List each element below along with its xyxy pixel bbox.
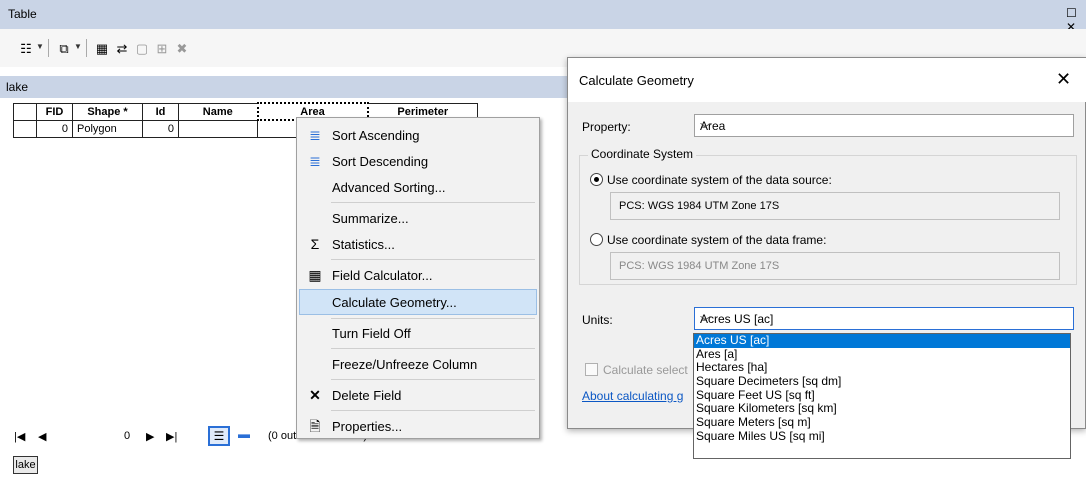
window-title: Table xyxy=(8,7,37,21)
menu-separator xyxy=(331,202,535,203)
menu-label: Advanced Sorting... xyxy=(332,180,446,195)
about-calculating-link[interactable]: About calculating g xyxy=(582,389,683,403)
row-selector-header[interactable] xyxy=(13,102,37,121)
units-dropdown-list: Acres US [ac] Ares [a] Hectares [ha] Squ… xyxy=(693,333,1071,459)
menu-separator xyxy=(331,410,535,411)
menu-label: Calculate Geometry... xyxy=(332,295,457,310)
coordinate-system-title: Coordinate System xyxy=(588,147,697,161)
radio-data-source-label[interactable]: Use coordinate system of the data source… xyxy=(607,173,832,187)
related-tables-caret-icon[interactable]: ▼ xyxy=(74,42,82,51)
menu-separator xyxy=(331,259,535,260)
cell-id[interactable]: 0 xyxy=(142,119,179,138)
menu-item-calculate-geometry[interactable]: Calculate Geometry... xyxy=(299,289,537,315)
related-tables-icon[interactable]: ⧉ xyxy=(56,41,72,57)
property-dropdown[interactable]: Area ﹀ xyxy=(694,114,1074,137)
bottom-table-tab[interactable]: lake xyxy=(13,456,38,474)
radio-data-source[interactable] xyxy=(590,173,603,186)
chevron-down-icon: ﹀ xyxy=(700,123,711,135)
sort-ascending-icon: ≣ xyxy=(309,127,321,143)
next-record-icon[interactable]: ▶ xyxy=(146,430,154,443)
units-option[interactable]: Square Decimeters [sq dm] xyxy=(694,374,1070,389)
radio-data-frame-label[interactable]: Use coordinate system of the data frame: xyxy=(607,233,826,247)
sort-descending-icon: ≣ xyxy=(309,153,321,169)
column-header-shape[interactable]: Shape * xyxy=(72,102,143,121)
units-option[interactable]: Square Kilometers [sq km] xyxy=(694,402,1070,416)
menu-item-delete-field[interactable]: ✕ Delete Field xyxy=(299,382,537,408)
show-all-records-icon[interactable]: ☰ xyxy=(208,426,230,446)
menu-separator xyxy=(331,379,535,380)
cell-name[interactable] xyxy=(178,119,258,138)
menu-label: Turn Field Off xyxy=(332,326,411,341)
property-label: Property: xyxy=(582,120,631,134)
menu-label: Statistics... xyxy=(332,237,395,252)
calculate-selected-label[interactable]: Calculate select xyxy=(603,363,688,377)
menu-separator xyxy=(331,348,535,349)
units-option[interactable]: Acres US [ac] xyxy=(694,333,1070,348)
dialog-titlebar: Calculate Geometry xyxy=(568,58,1086,102)
previous-record-icon[interactable]: ◀ xyxy=(38,430,46,443)
column-header-fid[interactable]: FID xyxy=(36,102,73,121)
zoom-to-selected-icon[interactable]: ⊞ xyxy=(154,41,170,57)
table-options-icon[interactable]: ☷ xyxy=(18,41,34,57)
layer-tab-label[interactable]: lake xyxy=(6,80,28,94)
radio-selected-dot xyxy=(594,177,599,182)
units-option[interactable]: Square Feet US [sq ft] xyxy=(694,388,1070,403)
menu-label: Properties... xyxy=(332,419,403,434)
show-selected-records-icon[interactable]: ▬ xyxy=(238,427,250,441)
units-dropdown[interactable]: Acres US [ac] ﹀ xyxy=(694,307,1074,330)
switch-selection-icon[interactable]: ⇄ xyxy=(114,41,130,57)
menu-label: Sort Ascending xyxy=(332,128,420,143)
menu-item-statistics[interactable]: Σ Statistics... xyxy=(299,231,537,257)
dialog-title: Calculate Geometry xyxy=(579,73,694,88)
properties-icon: 🗎 xyxy=(309,418,321,434)
first-record-icon[interactable]: |◀ xyxy=(14,430,25,443)
select-by-attributes-icon[interactable]: ▦ xyxy=(94,41,110,57)
toolbar-separator xyxy=(86,39,87,57)
data-source-crs-box: PCS: WGS 1984 UTM Zone 17S xyxy=(610,192,1060,220)
data-frame-crs-value: PCS: WGS 1984 UTM Zone 17S xyxy=(619,260,780,272)
close-icon[interactable]: ✕ xyxy=(1056,69,1071,90)
column-header-name[interactable]: Name xyxy=(178,102,258,121)
clear-selection-icon[interactable]: ▢ xyxy=(134,41,150,57)
units-option[interactable]: Square Meters [sq m] xyxy=(694,415,1070,430)
column-context-menu: ≣ Sort Ascending ≣ Sort Descending Advan… xyxy=(296,117,540,439)
delete-icon: ✕ xyxy=(309,387,321,403)
menu-item-turn-field-off[interactable]: Turn Field Off xyxy=(299,320,537,346)
menu-item-freeze-column[interactable]: Freeze/Unfreeze Column xyxy=(299,351,537,377)
calculator-icon: ▦ xyxy=(308,267,322,283)
units-option[interactable]: Ares [a] xyxy=(694,347,1070,362)
menu-item-advanced-sorting[interactable]: Advanced Sorting... xyxy=(299,174,537,200)
menu-label: Sort Descending xyxy=(332,154,429,169)
calculate-selected-checkbox[interactable] xyxy=(585,363,598,376)
menu-label: Field Calculator... xyxy=(332,268,433,283)
menu-item-summarize[interactable]: Summarize... xyxy=(299,205,537,231)
menu-label: Summarize... xyxy=(332,211,409,226)
chevron-down-icon: ﹀ xyxy=(700,316,711,328)
delete-selected-icon[interactable]: ✖ xyxy=(174,41,190,57)
current-record-field[interactable]: 0 xyxy=(124,430,130,442)
table-window-titlebar: Table ☐ ✕ xyxy=(0,0,1086,34)
units-label: Units: xyxy=(582,313,613,327)
screen: Table ☐ ✕ ☷ ▼ ⧉ ▼ ▦ ⇄ ▢ ⊞ ✖ lake FID Sha… xyxy=(0,0,1086,479)
cell-shape[interactable]: Polygon xyxy=(72,119,143,138)
data-source-crs-value: PCS: WGS 1984 UTM Zone 17S xyxy=(619,200,780,212)
column-header-id[interactable]: Id xyxy=(142,102,179,121)
units-option[interactable]: Hectares [ha] xyxy=(694,361,1070,375)
menu-label: Delete Field xyxy=(332,388,402,403)
radio-data-frame[interactable] xyxy=(590,233,603,246)
row-selector[interactable] xyxy=(13,119,37,138)
menu-item-field-calculator[interactable]: ▦ Field Calculator... xyxy=(299,262,537,288)
statistics-icon: Σ xyxy=(310,236,320,252)
data-frame-crs-box: PCS: WGS 1984 UTM Zone 17S xyxy=(610,252,1060,280)
units-option[interactable]: Square Miles US [sq mi] xyxy=(694,429,1070,444)
menu-label: Freeze/Unfreeze Column xyxy=(332,357,478,372)
menu-item-sort-ascending[interactable]: ≣ Sort Ascending xyxy=(299,122,537,148)
cell-fid[interactable]: 0 xyxy=(36,119,73,138)
table-options-caret-icon[interactable]: ▼ xyxy=(36,42,44,51)
menu-item-sort-descending[interactable]: ≣ Sort Descending xyxy=(299,148,537,174)
menu-item-properties[interactable]: 🗎 Properties... xyxy=(299,413,537,439)
menu-separator xyxy=(331,318,535,319)
toolbar-separator xyxy=(48,39,49,57)
last-record-icon[interactable]: ▶| xyxy=(166,430,177,443)
